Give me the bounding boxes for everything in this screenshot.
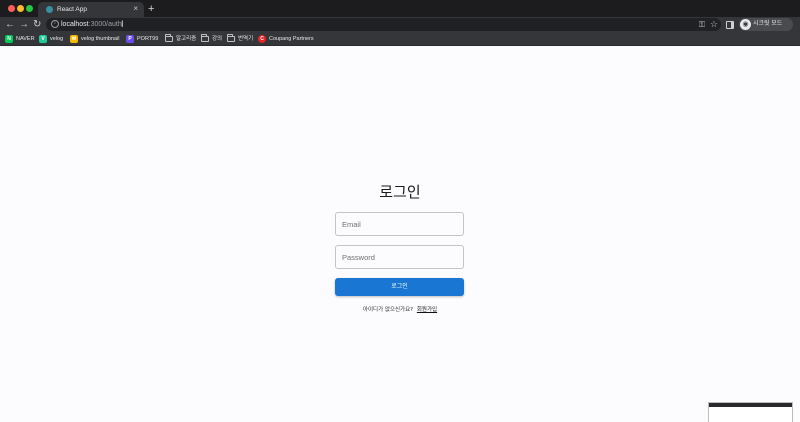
naver-icon: N — [5, 35, 13, 43]
floating-thumbnail-window[interactable] — [708, 402, 793, 422]
coupang-icon: C — [258, 35, 266, 43]
bookmark-folder-lectures[interactable]: 강의 — [201, 32, 223, 46]
bookmark-port99[interactable]: P PORT99 — [126, 32, 160, 46]
email-field[interactable] — [335, 212, 464, 236]
bookmark-folder-algorithm[interactable]: 알고리즘 — [165, 32, 197, 46]
bookmark-label: 번역기 — [238, 36, 254, 42]
bookmark-folder-translator[interactable]: 번역기 — [227, 32, 254, 46]
signup-link[interactable]: 회원가입 — [417, 307, 437, 313]
bookmark-coupang-partners[interactable]: C Coupang Partners — [258, 32, 314, 46]
bookmarks-bar: N NAVER V velog ✉ velog thumbnail P PORT… — [0, 32, 800, 46]
signup-prompt-text: 아이디가 없으신가요? — [362, 307, 414, 313]
url-path: :3000/auth — [88, 21, 122, 28]
tab-close-icon[interactable]: × — [133, 3, 138, 15]
login-button[interactable]: 로그인 — [335, 278, 464, 296]
url-text[interactable]: localhost:3000/auth — [61, 18, 122, 31]
bookmark-label: Coupang Partners — [269, 36, 314, 42]
close-window-button[interactable] — [8, 5, 15, 12]
text-cursor-icon: I — [121, 19, 124, 29]
velog-icon: V — [39, 35, 47, 43]
thumbnail-titlebar — [709, 403, 792, 407]
login-title: 로그인 — [379, 183, 421, 201]
bookmark-label: 알고리즘 — [176, 36, 197, 42]
url-host: localhost — [61, 21, 89, 28]
bookmark-star-icon[interactable]: ☆ — [710, 18, 718, 31]
folder-icon — [227, 34, 235, 42]
page-viewport: 로그인 로그인 아이디가 없으신가요? 회원가입 — [0, 47, 800, 422]
bookmark-naver[interactable]: N NAVER — [5, 32, 35, 46]
minimize-window-button[interactable] — [17, 5, 24, 12]
browser-toolbar: ← → ↻ i localhost:3000/auth I ⚿ ☆ ◉ 시크릿 … — [0, 17, 800, 32]
maximize-window-button[interactable] — [26, 5, 33, 12]
bookmark-label: velog — [50, 36, 64, 42]
react-favicon-icon — [46, 6, 53, 13]
bookmark-velog-thumbnail[interactable]: ✉ velog thumbnail — [70, 32, 124, 46]
envelope-icon: ✉ — [70, 35, 78, 43]
reload-icon[interactable]: ↻ — [33, 17, 41, 32]
profile-label: 시크릿 모드 — [753, 21, 783, 27]
back-arrow-icon[interactable]: ← — [5, 17, 15, 32]
tab-strip: React App × + — [0, 0, 800, 17]
password-field[interactable] — [335, 245, 464, 269]
bookmark-label: velog thumbnail — [81, 36, 120, 42]
incognito-profile-button[interactable]: ◉ 시크릿 모드 — [739, 18, 793, 31]
bookmark-label: PORT99 — [137, 36, 159, 42]
bookmark-label: 강의 — [212, 36, 223, 42]
port99-icon: P — [126, 35, 134, 43]
new-tab-button[interactable]: + — [148, 2, 154, 16]
side-panel-icon[interactable] — [726, 21, 734, 29]
signup-prompt-row: 아이디가 없으신가요? 회원가입 — [0, 306, 800, 315]
incognito-icon: ◉ — [740, 19, 751, 30]
address-bar[interactable]: i localhost:3000/auth I ⚿ ☆ — [46, 18, 721, 31]
tab-react-app[interactable]: React App × — [38, 2, 144, 17]
tab-title: React App — [57, 6, 87, 13]
folder-icon — [165, 34, 173, 42]
bookmark-velog[interactable]: V velog — [39, 32, 67, 46]
folder-icon — [201, 34, 209, 42]
bookmark-label: NAVER — [16, 36, 35, 42]
forward-arrow-icon[interactable]: → — [19, 17, 29, 32]
site-info-icon[interactable]: i — [51, 20, 59, 28]
key-icon[interactable]: ⚿ — [699, 18, 705, 31]
